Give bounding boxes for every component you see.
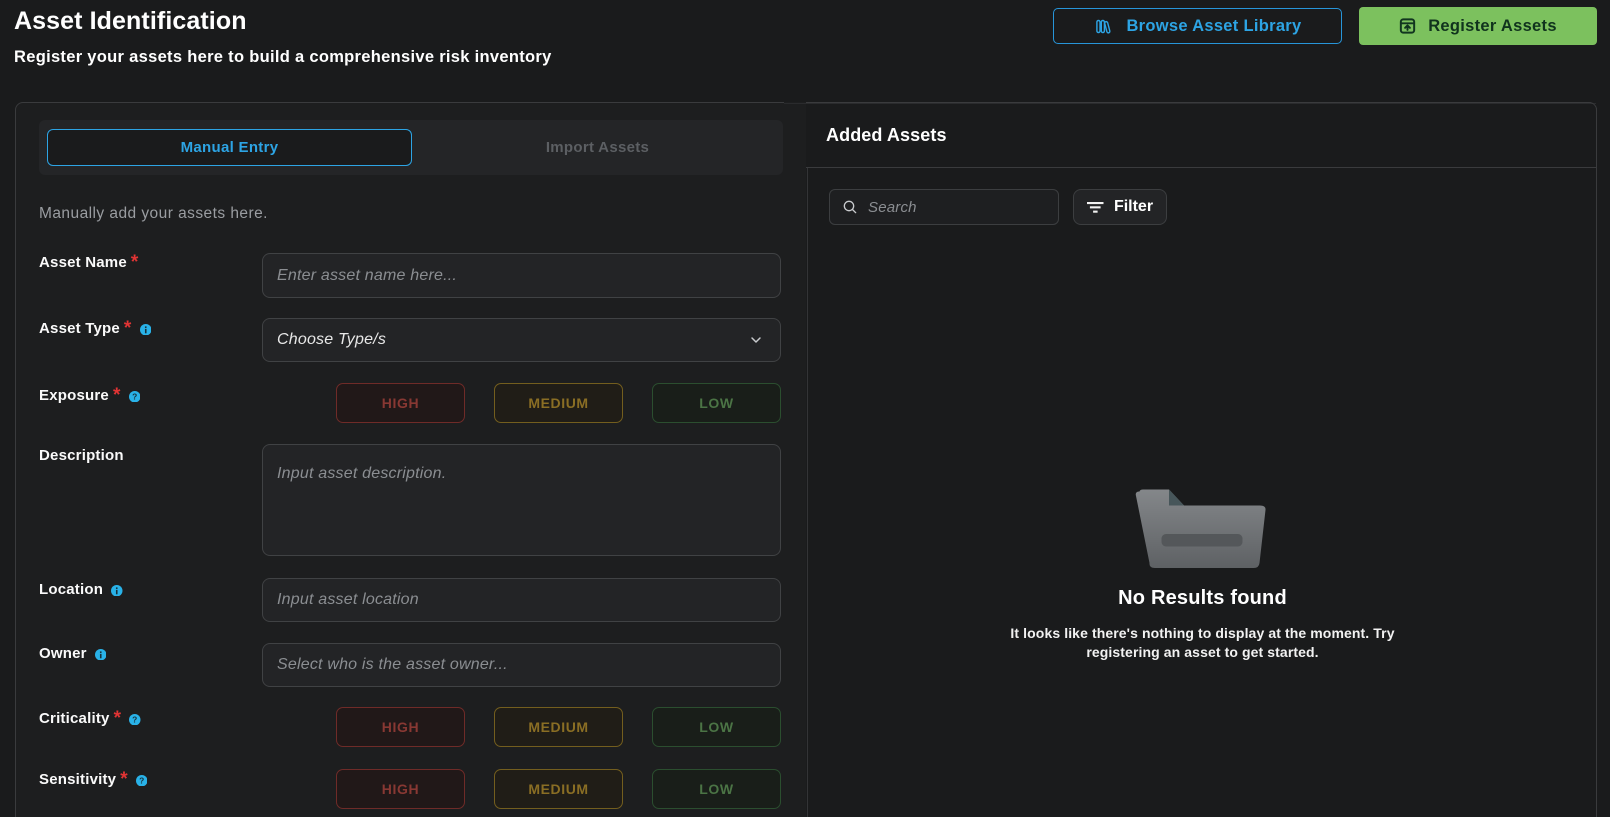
svg-text:?: ? [132, 391, 137, 401]
svg-text:?: ? [132, 714, 137, 724]
svg-text:?: ? [139, 775, 144, 785]
